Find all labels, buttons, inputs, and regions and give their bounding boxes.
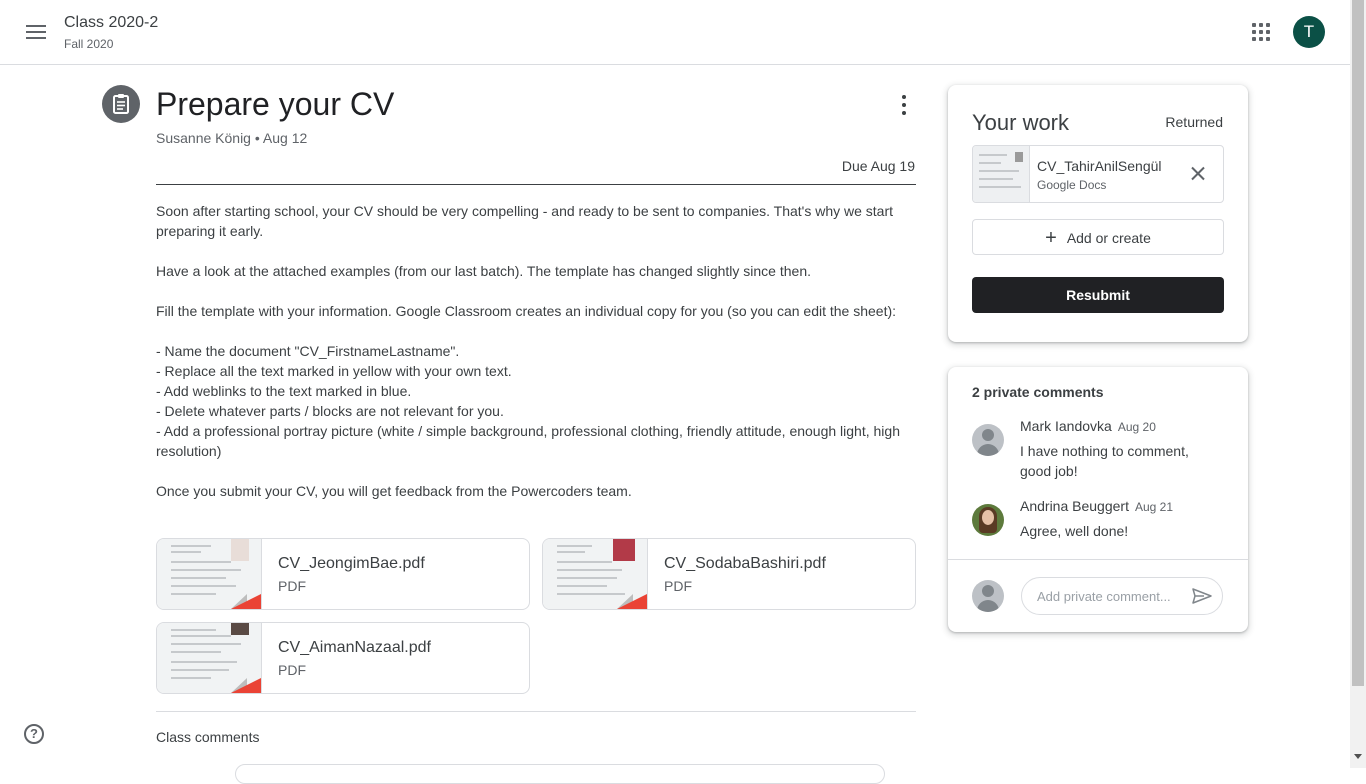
- avatar: [972, 580, 1004, 612]
- avatar: [972, 504, 1004, 536]
- comment-text: I have nothing to comment, good job!: [1020, 443, 1189, 479]
- resubmit-button[interactable]: Resubmit: [972, 277, 1224, 313]
- comment-author-line: Andrina Beuggert Aug 21: [1020, 498, 1173, 514]
- help-icon[interactable]: ?: [24, 724, 44, 744]
- comments-input-divider: [948, 559, 1248, 560]
- top-bar: Class 2020-2 Fall 2020 T: [0, 0, 1350, 65]
- description-paragraph: Fill the template with your information.…: [156, 303, 897, 319]
- assignment-description: Soon after starting school, your CV shou…: [156, 201, 916, 501]
- attachment-card[interactable]: CV_AimanNazaal.pdf PDF: [156, 622, 530, 694]
- comment-author-line: Mark Iandovka Aug 20: [1020, 418, 1156, 434]
- account-avatar[interactable]: T: [1293, 16, 1325, 48]
- assignment-author: Susanne König: [156, 130, 251, 146]
- send-icon[interactable]: [1192, 588, 1212, 604]
- pdf-icon: [231, 594, 261, 609]
- attachment-card[interactable]: CV_JeongimBae.pdf PDF: [156, 538, 530, 610]
- attachment-card[interactable]: CV_SodabaBashiri.pdf PDF: [542, 538, 916, 610]
- submitted-file-name: CV_TahirAnilSengül: [1037, 158, 1162, 174]
- description-paragraph: Once you submit your CV, you will get fe…: [156, 483, 632, 499]
- pdf-thumbnail: [157, 623, 262, 693]
- assignment-posted-date: Aug 12: [262, 130, 308, 146]
- description-list: - Name the document "CV_FirstnameLastnam…: [156, 343, 900, 459]
- your-work-card: Your work Returned CV_TahirAnilSengül Go…: [948, 85, 1248, 342]
- assignment-icon: [102, 85, 140, 123]
- scroll-down-icon[interactable]: [1354, 754, 1362, 759]
- private-comments-title: 2 private comments: [972, 384, 1104, 400]
- meta-separator: •: [250, 130, 263, 146]
- attachment-name: CV_SodabaBashiri.pdf: [664, 555, 826, 572]
- scrollbar-thumb[interactable]: [1352, 0, 1364, 686]
- attachment-type: PDF: [664, 578, 692, 594]
- comment-date: Aug 21: [1134, 500, 1174, 514]
- attachment-name: CV_AimanNazaal.pdf: [278, 639, 431, 656]
- comment-date: Aug 20: [1117, 420, 1156, 434]
- private-comments-card: 2 private comments Mark Iandovka Aug 20 I…: [948, 367, 1248, 632]
- assignment-title: Prepare your CV: [156, 86, 395, 122]
- apps-icon[interactable]: [1249, 20, 1273, 44]
- pdf-thumbnail: [543, 539, 648, 609]
- pdf-thumbnail: [157, 539, 262, 609]
- pdf-icon: [617, 594, 647, 609]
- add-icon: +: [1045, 227, 1057, 249]
- comment-author: Mark Iandovka: [1020, 418, 1112, 434]
- menu-icon[interactable]: [20, 16, 52, 48]
- more-vert-icon[interactable]: [892, 93, 916, 117]
- work-status: Returned: [1165, 114, 1223, 130]
- attachment-type: PDF: [278, 578, 306, 594]
- avatar: [972, 424, 1004, 456]
- pdf-icon: [231, 678, 261, 693]
- title-divider: [156, 184, 916, 185]
- attachment-name: CV_JeongimBae.pdf: [278, 555, 425, 572]
- class-term: Fall 2020: [64, 37, 114, 51]
- description-paragraph: Soon after starting school, your CV shou…: [156, 203, 897, 239]
- add-or-create-button[interactable]: + Add or create: [972, 219, 1224, 255]
- assignment-meta: Susanne König • Aug 12: [156, 130, 307, 146]
- class-comment-input[interactable]: [235, 764, 885, 784]
- attachment-type: PDF: [278, 662, 306, 678]
- description-paragraph: Have a look at the attached examples (fr…: [156, 263, 811, 279]
- comment-author: Andrina Beuggert: [1020, 498, 1129, 514]
- comments-divider: [156, 711, 916, 712]
- due-date: Due Aug 19: [841, 158, 915, 174]
- comment-text: Agree, well done!: [1020, 523, 1129, 539]
- close-icon[interactable]: [1187, 163, 1209, 185]
- add-or-create-label: Add or create: [1066, 230, 1151, 246]
- submitted-file-type: Google Docs: [1037, 178, 1107, 192]
- submitted-file[interactable]: CV_TahirAnilSengül Google Docs: [972, 145, 1224, 203]
- your-work-title: Your work: [972, 110, 1070, 135]
- doc-thumbnail: [973, 146, 1030, 202]
- class-comments-label: Class comments: [156, 729, 260, 745]
- class-title[interactable]: Class 2020-2: [64, 14, 158, 32]
